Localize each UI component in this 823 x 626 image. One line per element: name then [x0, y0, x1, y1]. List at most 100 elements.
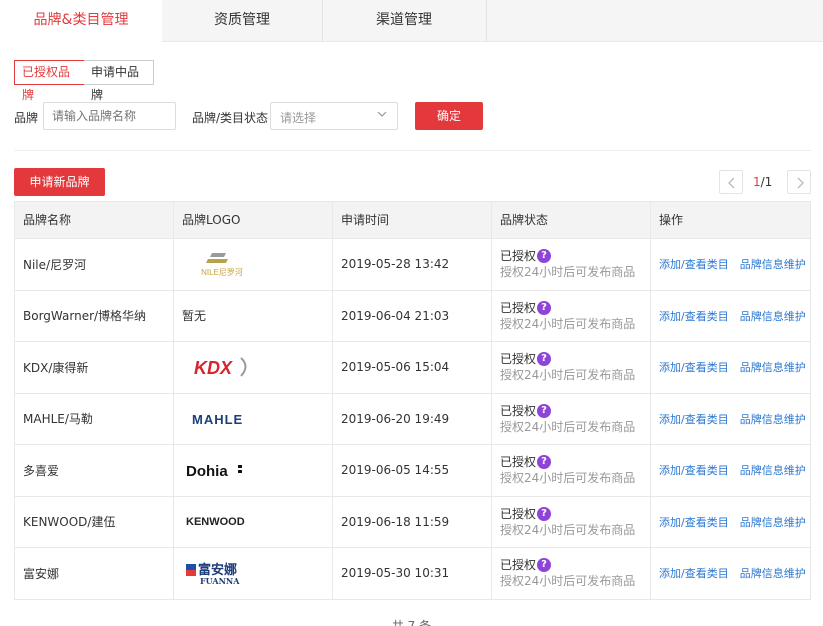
- brand-info-link[interactable]: 品牌信息维护: [740, 565, 806, 581]
- help-icon[interactable]: ?: [537, 403, 552, 418]
- mahle-logo: MAHLE: [192, 412, 243, 427]
- brand-status: 已授权? 授权24小时后可发布商品: [492, 548, 651, 599]
- view-category-link[interactable]: 添加/查看类目: [659, 359, 729, 375]
- brand-name: MAHLE/马勒: [15, 393, 174, 444]
- table-row: 富安娜 富安娜 FUANNA 2019-05-30 10:31 已授权? 授权2…: [15, 547, 810, 599]
- status-text: 已授权: [500, 558, 537, 573]
- apply-time: 2019-06-04 21:03: [333, 290, 492, 341]
- brand-logo: Dohia: [174, 445, 333, 496]
- confirm-button[interactable]: 确定: [415, 102, 483, 130]
- header-brand-name: 品牌名称: [15, 202, 174, 238]
- row-actions: 添加/查看类目 品牌信息维护: [651, 342, 810, 393]
- table-row: Nile/尼罗河 NILE尼罗河 2019-05-28 13:42 已授权? 授…: [15, 238, 810, 290]
- svg-text:FUANNA: FUANNA: [200, 576, 240, 586]
- apply-time: 2019-05-30 10:31: [333, 548, 492, 599]
- status-note: 授权24小时后可发布商品: [500, 368, 636, 383]
- status-note: 授权24小时后可发布商品: [500, 574, 636, 589]
- brand-status: 已授权? 授权24小时后可发布商品: [492, 239, 651, 290]
- brand-filter-label: 品牌: [14, 111, 39, 125]
- brand-status: 已授权? 授权24小时后可发布商品: [492, 445, 651, 496]
- apply-time: 2019-05-28 13:42: [333, 239, 492, 290]
- prev-page-button[interactable]: [719, 170, 743, 194]
- apply-time: 2019-06-05 14:55: [333, 445, 492, 496]
- help-icon[interactable]: ?: [537, 506, 552, 521]
- chevron-down-icon: [377, 111, 387, 117]
- view-category-link[interactable]: 添加/查看类目: [659, 514, 729, 530]
- brand-logo: KDX: [174, 342, 333, 393]
- status-note: 授权24小时后可发布商品: [500, 265, 636, 280]
- status-note: 授权24小时后可发布商品: [500, 471, 636, 486]
- header-apply-time: 申请时间: [333, 202, 492, 238]
- tab-separator: [486, 0, 487, 42]
- view-category-link[interactable]: 添加/查看类目: [659, 308, 729, 324]
- apply-new-brand-button[interactable]: 申请新品牌: [14, 168, 105, 196]
- svg-text:MAHLE: MAHLE: [192, 412, 243, 427]
- row-actions: 添加/查看类目 品牌信息维护: [651, 497, 810, 548]
- table-row: 多喜爱 Dohia 2019-06-05 14:55 已授权? 授权24小时后可…: [15, 444, 810, 496]
- tab-brand-category[interactable]: 品牌&类目管理: [0, 0, 162, 43]
- apply-time: 2019-06-20 19:49: [333, 393, 492, 444]
- table-row: BorgWarner/博格华纳 暂无 2019-06-04 21:03 已授权?…: [15, 289, 810, 342]
- status-text: 已授权: [500, 455, 537, 470]
- nile-logo: NILE尼罗河: [201, 253, 243, 277]
- help-icon[interactable]: ?: [537, 455, 552, 470]
- page-indicator: 1/1: [753, 175, 772, 189]
- tab-channel[interactable]: 渠道管理: [322, 0, 486, 42]
- kdx-logo: KDX: [194, 357, 247, 378]
- brand-name: Nile/尼罗河: [15, 239, 174, 290]
- brand-logo: 富安娜 FUANNA: [174, 548, 333, 599]
- brand-status: 已授权? 授权24小时后可发布商品: [492, 290, 651, 341]
- brand-name: 富安娜: [15, 548, 174, 599]
- status-text: 已授权: [500, 249, 537, 264]
- brand-status: 已授权? 授权24小时后可发布商品: [492, 496, 651, 547]
- row-actions: 添加/查看类目 品牌信息维护: [651, 394, 810, 445]
- subtab-authorized-brands[interactable]: 已授权品牌: [14, 60, 85, 102]
- help-icon[interactable]: ?: [537, 558, 552, 573]
- chevron-right-icon: [797, 177, 804, 189]
- view-category-link[interactable]: 添加/查看类目: [659, 565, 729, 581]
- row-actions: 添加/查看类目 品牌信息维护: [651, 548, 810, 599]
- brand-info-link[interactable]: 品牌信息维护: [740, 256, 806, 272]
- brand-info-link[interactable]: 品牌信息维护: [740, 514, 806, 530]
- brand-logo: MAHLE: [174, 393, 333, 444]
- status-select-placeholder: 请选择: [280, 111, 317, 125]
- brand-info-link[interactable]: 品牌信息维护: [740, 462, 806, 478]
- svg-text:KENWOOD: KENWOOD: [186, 516, 245, 528]
- view-category-link[interactable]: 添加/查看类目: [659, 411, 729, 427]
- status-text: 已授权: [500, 352, 537, 367]
- help-icon[interactable]: ?: [537, 352, 552, 367]
- subtab-pending-brands[interactable]: 申请中品牌: [84, 60, 154, 102]
- row-actions: 添加/查看类目 品牌信息维护: [651, 445, 810, 496]
- tab-qualification[interactable]: 资质管理: [162, 0, 322, 42]
- help-icon[interactable]: ?: [537, 300, 552, 315]
- brand-status: 已授权? 授权24小时后可发布商品: [492, 393, 651, 444]
- row-actions: 添加/查看类目 品牌信息维护: [651, 291, 810, 342]
- table-row: KDX/康得新 KDX 2019-05-06 15:04 已授权? 授权24小时…: [15, 341, 810, 393]
- status-select[interactable]: 请选择: [270, 102, 398, 130]
- next-page-button[interactable]: [787, 170, 811, 194]
- header-brand-status: 品牌状态: [492, 202, 651, 238]
- header-brand-logo: 品牌LOGO: [174, 202, 333, 238]
- apply-time: 2019-05-06 15:04: [333, 342, 492, 393]
- brand-logo: NILE尼罗河: [174, 239, 333, 290]
- svg-text:Dohia: Dohia: [186, 463, 228, 480]
- brand-info-link[interactable]: 品牌信息维护: [740, 411, 806, 427]
- dohia-logo: Dohia: [186, 463, 242, 480]
- brand-status: 已授权? 授权24小时后可发布商品: [492, 342, 651, 393]
- brand-name: KENWOOD/建伍: [15, 496, 174, 547]
- help-icon[interactable]: ?: [537, 249, 552, 264]
- view-category-link[interactable]: 添加/查看类目: [659, 256, 729, 272]
- status-filter-label: 品牌/类目状态: [192, 111, 269, 125]
- view-category-link[interactable]: 添加/查看类目: [659, 462, 729, 478]
- total-pages: /1: [760, 175, 773, 189]
- chevron-left-icon: [728, 177, 735, 189]
- fuanna-logo: 富安娜 FUANNA: [186, 562, 240, 586]
- status-text: 已授权: [500, 403, 537, 418]
- brand-info-link[interactable]: 品牌信息维护: [740, 308, 806, 324]
- brand-name-input[interactable]: [43, 102, 176, 130]
- divider: [14, 150, 811, 151]
- kenwood-logo: KENWOOD: [186, 516, 245, 528]
- status-note: 授权24小时后可发布商品: [500, 316, 636, 331]
- status-note: 授权24小时后可发布商品: [500, 419, 636, 434]
- brand-info-link[interactable]: 品牌信息维护: [740, 359, 806, 375]
